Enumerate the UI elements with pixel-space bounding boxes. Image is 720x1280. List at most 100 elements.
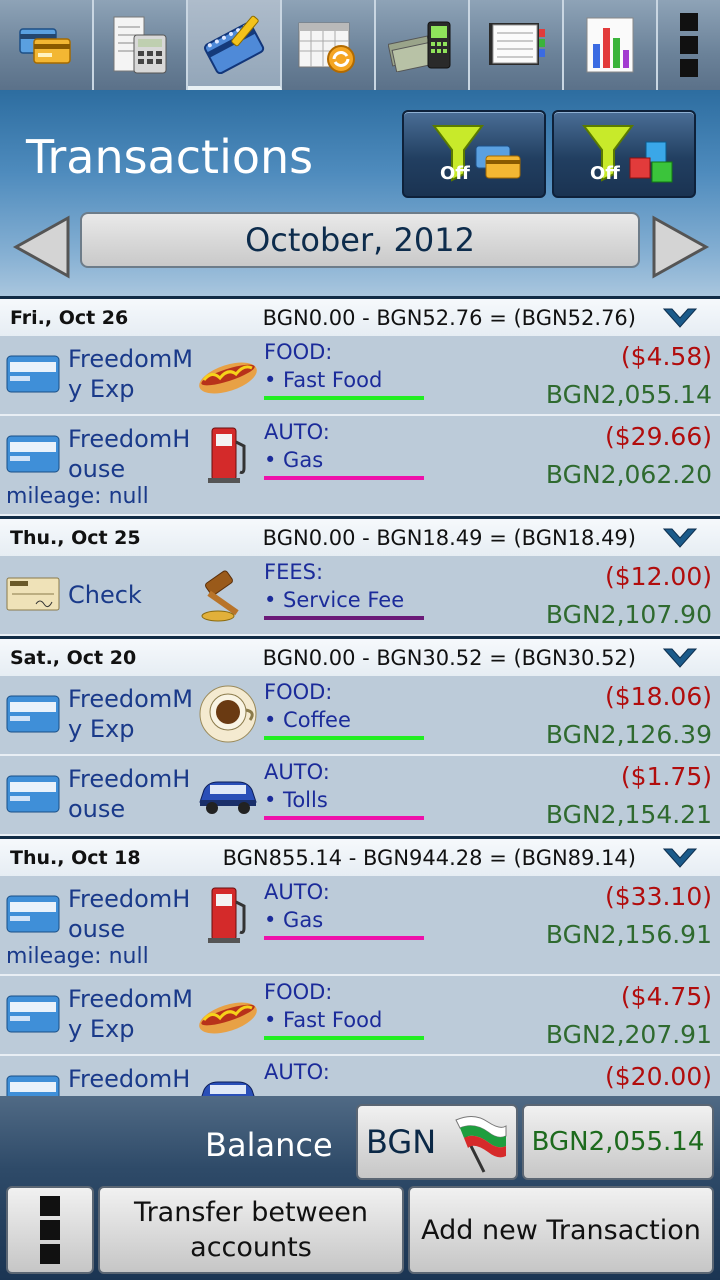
transfer-label: Transfer between accounts — [134, 1197, 368, 1263]
day-header[interactable]: Fri., Oct 26 BGN0.00 - BGN52.76 = (BGN52… — [0, 296, 720, 336]
account-name: FreedomM y Exp — [68, 985, 193, 1043]
subcategory-name: • Service Fee — [264, 588, 405, 612]
running-balance: BGN2,055.14 — [545, 380, 712, 409]
day-date: Thu., Oct 25 — [10, 527, 141, 549]
charts-tab[interactable] — [564, 0, 658, 90]
category-filter-button[interactable]: Off — [552, 110, 696, 198]
transaction-row[interactable]: FreedomH ouse AUTO: • Gas ($33.10) BGN2,… — [0, 876, 720, 976]
category-color-bar — [264, 616, 424, 620]
top-toolbar — [0, 0, 720, 90]
category-color-bar — [264, 816, 424, 820]
category-name: FOOD: — [264, 340, 333, 364]
transaction-row[interactable]: FreedomM y Exp FOOD: • Fast Food ($4.58)… — [0, 336, 720, 416]
currency-button[interactable]: BGN — [356, 1104, 518, 1180]
header: Transactions Off Off October, 2012 — [0, 90, 720, 296]
running-balance: BGN2,126.39 — [545, 720, 712, 749]
credit-card-icon — [6, 995, 60, 1033]
transaction-list[interactable]: Fri., Oct 26 BGN0.00 - BGN52.76 = (BGN52… — [0, 296, 720, 1096]
credit-card-icon — [6, 895, 60, 933]
transactions-icon — [203, 15, 265, 74]
transaction-amount: ($4.75) — [620, 982, 712, 1011]
day-header[interactable]: Thu., Oct 25 BGN0.00 - BGN18.49 = (BGN18… — [0, 516, 720, 556]
credit-card-icon — [6, 355, 60, 393]
coffee-icon — [199, 685, 257, 743]
running-balance: BGN2,207.91 — [545, 1020, 712, 1049]
accounts-tab[interactable] — [0, 0, 94, 90]
total-balance-button[interactable]: BGN2,055.14 — [522, 1104, 714, 1180]
previous-month-button[interactable] — [12, 214, 72, 280]
reports-icon — [489, 23, 545, 65]
category-name: FOOD: — [264, 980, 333, 1004]
subcategory-name: • Gas — [264, 908, 324, 932]
transaction-row[interactable]: FreedomH ouse AUTO: • Tolls ($1.75) BGN2… — [0, 756, 720, 836]
chevron-down-icon[interactable] — [662, 845, 698, 873]
day-summary: BGN0.00 - BGN30.52 = (BGN30.52) — [262, 646, 636, 670]
transaction-row[interactable]: FreedomM y Exp FOOD: • Fast Food ($4.75)… — [0, 976, 720, 1056]
bulgaria-flag-icon — [455, 1116, 507, 1173]
day-summary: BGN0.00 - BGN52.76 = (BGN52.76) — [262, 306, 636, 330]
add-transaction-button[interactable]: Add new Transaction — [408, 1186, 714, 1274]
transaction-amount: ($29.66) — [605, 422, 712, 451]
accounts-icon — [19, 28, 71, 64]
transactions-tab[interactable] — [188, 0, 282, 90]
day-date: Sat., Oct 20 — [10, 647, 137, 669]
reports-tab[interactable] — [470, 0, 564, 90]
account-name: FreedomM y Exp — [68, 685, 193, 743]
chevron-down-icon[interactable] — [662, 305, 698, 333]
running-balance: BGN2,156.91 — [545, 920, 712, 949]
transaction-amount: ($20.00) — [605, 1062, 712, 1091]
category-name: AUTO: — [264, 880, 330, 904]
check-icon — [6, 577, 60, 611]
calendar-tab[interactable] — [282, 0, 376, 90]
category-color-bar — [264, 936, 424, 940]
account-name: FreedomH ouse — [68, 425, 191, 483]
total-balance-value: BGN2,055.14 — [531, 1127, 705, 1157]
running-balance: BGN2,062.20 — [545, 460, 712, 489]
bottom-bar: Balance BGN BGN2,055.14 Transfer between… — [0, 1096, 720, 1280]
month-label: October, 2012 — [245, 221, 475, 259]
budget-tab[interactable] — [376, 0, 470, 90]
transaction-row[interactable]: FreedomH AUTO: ($20.00) — [0, 1056, 720, 1096]
day-summary: BGN855.14 - BGN944.28 = (BGN89.14) — [222, 846, 636, 870]
hotdog-icon — [199, 1002, 257, 1034]
month-selector[interactable]: October, 2012 — [80, 212, 640, 268]
day-header[interactable]: Thu., Oct 18 BGN855.14 - BGN944.28 = (BG… — [0, 836, 720, 876]
add-transaction-label: Add new Transaction — [421, 1214, 701, 1246]
transfer-button[interactable]: Transfer between accounts — [98, 1186, 404, 1274]
account-name: FreedomH — [68, 1065, 191, 1093]
transaction-row[interactable]: FreedomH ouse AUTO: • Gas ($29.66) BGN2,… — [0, 416, 720, 516]
day-header[interactable]: Sat., Oct 20 BGN0.00 - BGN30.52 = (BGN30… — [0, 636, 720, 676]
menu-icon — [40, 1196, 60, 1264]
menu-button[interactable] — [6, 1186, 94, 1274]
category-color-bar — [264, 736, 424, 740]
car-icon — [201, 1081, 255, 1096]
chevron-down-icon[interactable] — [662, 645, 698, 673]
gas-pump-icon — [208, 887, 246, 943]
transaction-amount: ($12.00) — [605, 562, 712, 591]
account-name: FreedomM y Exp — [68, 345, 193, 403]
next-month-button[interactable] — [650, 214, 710, 280]
transaction-row[interactable]: FreedomM y Exp FOOD: • Coffee ($18.06) B… — [0, 676, 720, 756]
category-name: AUTO: — [264, 760, 330, 784]
toolbar-more-button[interactable] — [658, 0, 720, 90]
transaction-row[interactable]: Check FEES: • Service Fee ($12.00) BGN2,… — [0, 556, 720, 636]
account-filter-button[interactable]: Off — [402, 110, 546, 198]
calendar-icon — [298, 22, 355, 73]
charts-icon — [586, 17, 634, 73]
transaction-amount: ($18.06) — [605, 682, 712, 711]
transaction-amount: ($4.58) — [620, 342, 712, 371]
calculator-tab[interactable] — [94, 0, 188, 90]
funnel-cubes-icon — [582, 125, 673, 183]
day-date: Thu., Oct 18 — [10, 847, 141, 869]
funnel-cards-icon — [432, 125, 521, 182]
currency-code: BGN — [366, 1123, 437, 1161]
day-date: Fri., Oct 26 — [10, 307, 129, 329]
gas-pump-icon — [208, 427, 246, 483]
page-title: Transactions — [26, 130, 314, 184]
account-filter-state: Off — [440, 163, 470, 184]
chevron-down-icon[interactable] — [662, 525, 698, 553]
category-color-bar — [264, 476, 424, 480]
subcategory-name: • Gas — [264, 448, 324, 472]
day-summary: BGN0.00 - BGN18.49 = (BGN18.49) — [262, 526, 636, 550]
account-name: FreedomH ouse — [68, 765, 191, 823]
